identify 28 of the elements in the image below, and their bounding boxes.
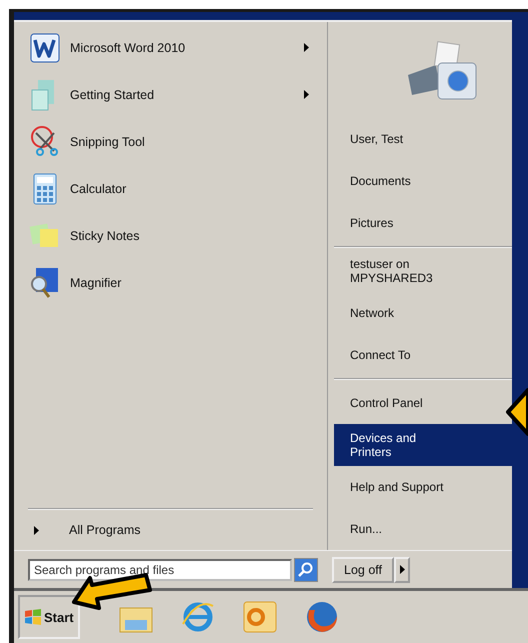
program-item[interactable]: Snipping Tool xyxy=(28,118,327,165)
search-field[interactable]: Search programs and files xyxy=(28,558,292,580)
menu-link[interactable]: Network xyxy=(334,292,512,334)
menu-link[interactable]: testuser on MPYSHARED3 xyxy=(334,250,512,292)
menu-link[interactable]: Documents xyxy=(334,160,512,202)
caret-icon xyxy=(400,565,405,574)
menu-link[interactable]: Run... xyxy=(334,508,512,550)
program-item[interactable]: Sticky Notes xyxy=(28,212,327,259)
program-item[interactable]: Calculator xyxy=(28,165,327,212)
menu-link[interactable]: Help and Support xyxy=(334,466,512,508)
program-item[interactable]: Getting Started xyxy=(28,71,327,118)
shutdown-options-button[interactable] xyxy=(394,556,410,582)
callout-arrow xyxy=(506,388,528,436)
windows-logo-icon xyxy=(24,609,42,625)
all-programs-item[interactable]: All Programs xyxy=(28,510,327,550)
program-item[interactable]: Microsoft Word 2010 xyxy=(28,24,327,71)
start-button[interactable]: Start xyxy=(18,595,80,639)
search-icon xyxy=(298,562,314,578)
program-item[interactable]: Magnifier xyxy=(28,259,327,306)
menu-link[interactable]: User, Test xyxy=(334,118,512,160)
menu-link[interactable]: Pictures xyxy=(334,202,512,244)
word-document-icon xyxy=(28,30,62,64)
menu-link[interactable]: Connect To xyxy=(334,334,512,376)
log-off-button[interactable]: Log off xyxy=(332,556,394,582)
menu-link[interactable]: Devices and Printers xyxy=(334,424,512,466)
expand-arrow-icon xyxy=(34,526,39,534)
search-button[interactable] xyxy=(294,558,318,582)
menu-link[interactable]: Control Panel xyxy=(334,382,512,424)
